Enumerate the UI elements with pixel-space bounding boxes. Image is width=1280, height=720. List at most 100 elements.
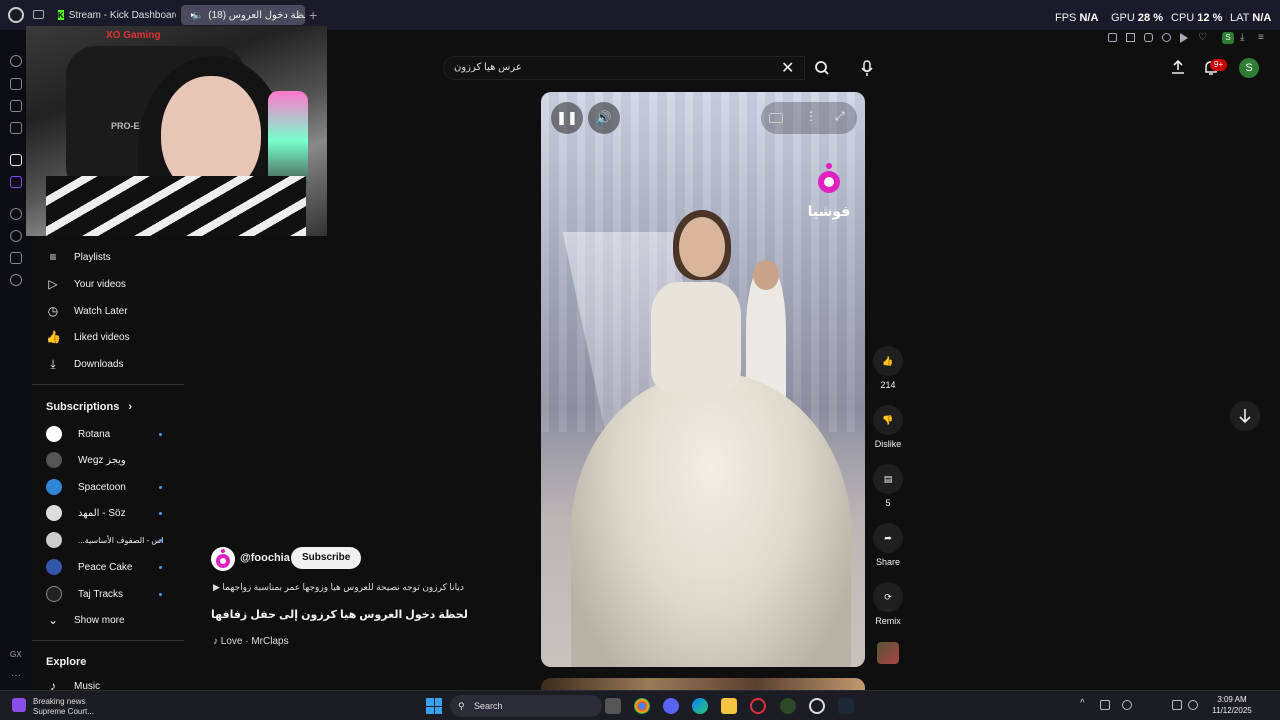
news-widget[interactable]: Breaking news Supreme Court... [12,695,142,717]
nav-your-videos[interactable]: ▷ Your videos [46,274,126,294]
taskbar-search[interactable]: ⚲ Search [450,695,602,717]
xbox-icon[interactable] [780,698,796,714]
volume-button[interactable]: 🔊 [588,102,620,134]
play-circle-icon[interactable] [10,208,22,220]
sound-thumbnail[interactable] [877,642,899,664]
windows-start-icon[interactable] [426,698,442,714]
sub-spacetoon[interactable]: Spacetoon [46,477,166,497]
channel-handle[interactable]: @foochia [240,552,290,564]
fps-stat: FPS N/A [1055,12,1099,24]
block-icon[interactable] [1162,33,1171,42]
new-content-dot [159,486,162,489]
nav-liked-videos[interactable]: 👍 Liked videos [46,327,130,347]
image-icon[interactable] [10,100,22,112]
comments-button[interactable]: ▤ 5 [870,464,906,508]
search-button[interactable] [806,56,838,80]
remix-button[interactable]: ⟳ Remix [870,582,906,626]
pin-icon[interactable] [1108,33,1117,42]
menu-icon[interactable]: ≡ [1258,32,1264,43]
sub-rotana[interactable]: Rotana [46,424,166,444]
extension-icon[interactable] [10,252,22,264]
fullscreen-icon[interactable]: ⤢ [835,109,845,124]
file-explorer-icon[interactable] [721,698,737,714]
shorts-video-player[interactable]: ❚❚ 🔊 ⋮ ⤢ فوشيا [541,92,865,667]
video-title[interactable]: لحظة دخول العروس هيا كرزون إلى حفل زفافه… [211,608,468,621]
browser-logo-icon[interactable] [8,7,24,23]
new-content-dot [159,433,162,436]
volume-icon[interactable] [1188,700,1198,710]
more-options-icon[interactable]: ⋮ [805,109,817,123]
obs-icon[interactable] [809,698,825,714]
heart-icon[interactable]: ♡ [1198,32,1207,43]
sub-peace-cake[interactable]: Peace Cake [46,557,166,577]
share-label: Share [875,557,901,567]
dislike-label: Dislike [874,439,902,449]
sub-basic-grades[interactable]: ...اس - الصفوف الأساسية [46,530,166,550]
more-icon[interactable]: ··· [11,670,21,681]
like-button[interactable]: 👍 214 [870,346,906,390]
mic-icon[interactable] [1122,700,1132,710]
tab-manager-icon[interactable] [33,10,44,19]
refresh-icon[interactable] [10,55,22,67]
remix-icon: ⟳ [873,582,903,612]
voice-search-button[interactable] [855,56,879,80]
task-view-icon[interactable] [605,698,621,714]
new-tab-button[interactable]: + [309,7,317,23]
history-icon[interactable] [10,230,22,242]
sub-wegz[interactable]: Wegz ويجز [46,450,166,470]
m-icon[interactable] [10,122,22,134]
avatar [46,505,62,521]
discord-icon[interactable] [663,698,679,714]
avatar [46,479,62,495]
nav-playlists[interactable]: ≡ Playlists [46,247,110,267]
settings-icon[interactable] [10,274,22,286]
show-more-button[interactable]: ⌄ Show more [46,610,125,630]
captions-icon[interactable] [769,113,783,123]
pause-button[interactable]: ❚❚ [551,102,583,134]
channel-avatar[interactable] [211,547,235,571]
tray-app-icon[interactable] [1100,700,1110,710]
upload-button[interactable] [1170,59,1186,75]
extension-toolbar: ♡ S ⤓ ≡ [1106,31,1280,45]
screenshot-icon[interactable] [1126,33,1135,42]
music-link[interactable]: ♪ Love · MrClaps [213,636,289,647]
nav-downloads[interactable]: ⤓ Downloads [46,354,123,374]
search-input[interactable]: عرس هيا كرزون [443,56,805,80]
next-video-thumbnail[interactable] [541,678,865,690]
volume-icon: 🔊 [595,110,613,125]
sub-soz[interactable]: المهد - Söz [46,503,166,523]
bag-icon[interactable] [10,78,22,90]
next-video-button[interactable] [1230,401,1260,431]
account-avatar[interactable]: S [1239,58,1259,78]
sub-taj-tracks[interactable]: Taj Tracks [46,584,166,604]
subscribe-button[interactable]: Subscribe [291,547,362,569]
tab-youtube-video[interactable]: 🔈 لحظة دخول العروس (18) [181,5,305,25]
steam-icon[interactable] [838,698,854,714]
nav-watch-later[interactable]: ◷ Watch Later [46,301,128,321]
close-icon[interactable]: ✕ [781,58,794,78]
taskbar-clock[interactable]: 3:09 AM 11/12/2025 [1208,694,1256,716]
shield-icon[interactable] [1144,33,1153,42]
share-button[interactable]: ➦ Share [870,523,906,567]
youtube-sidebar: ≡ Playlists ▷ Your videos ◷ Watch Later … [32,236,184,693]
twitch-icon[interactable] [10,176,22,188]
edge-icon[interactable] [692,698,708,714]
avatar [46,559,62,575]
dislike-button[interactable]: 👎 Dislike [870,405,906,449]
gx-icon[interactable]: GX [10,650,22,659]
subscriptions-title[interactable]: Subscriptions › [46,401,132,413]
arrow-icon[interactable] [10,154,22,166]
opera-gx-icon[interactable] [750,698,766,714]
chevron-down-icon: ⌄ [47,613,59,627]
kick-icon: K [58,10,64,20]
tab-kick-dashboard[interactable]: K Stream - Kick Dashboard [52,5,176,25]
video-description[interactable]: ▶ ديانا كرزون توجه نصيحة للعروس هيا وزوج… [213,582,464,593]
explore-title: Explore [46,656,87,668]
chrome-icon[interactable] [634,698,650,714]
play-icon[interactable] [1180,33,1188,43]
profile-icon[interactable]: S [1222,32,1234,44]
download-icon[interactable]: ⤓ [1240,32,1244,43]
network-icon[interactable] [1172,700,1182,710]
chevron-up-icon[interactable]: ^ [1080,698,1085,709]
search-icon [815,61,829,75]
